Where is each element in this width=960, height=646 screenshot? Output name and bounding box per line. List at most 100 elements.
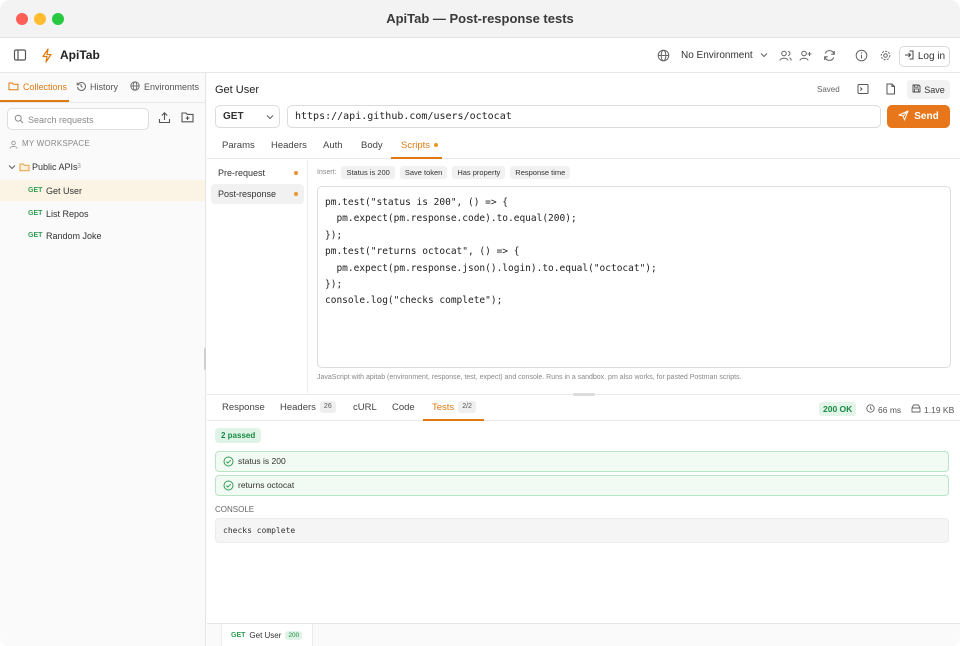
code-line: pm.test("returns octocat", () => { [325, 246, 520, 258]
url-input[interactable]: https://api.github.com/users/octocat [287, 105, 881, 128]
response-size-value: 1.19 KB [924, 404, 955, 415]
terminal-icon[interactable] [857, 83, 869, 95]
response-size: 1.19 KB [911, 404, 954, 415]
tab-request-name: Get User [249, 630, 282, 640]
globe-icon [130, 81, 140, 93]
send-button[interactable]: Send [887, 105, 950, 128]
script-editor[interactable]: pm.test("status is 200", () => { pm.expe… [317, 186, 951, 368]
code-line: }); [325, 229, 343, 241]
tab-response[interactable]: Response [222, 395, 265, 421]
code-line: console.log("checks complete"); [325, 295, 503, 307]
request-name: Random Joke [46, 230, 102, 241]
document-icon[interactable] [885, 83, 896, 95]
tab-scripts[interactable]: Scripts [401, 133, 439, 159]
tab-headers-label: Headers [280, 402, 316, 413]
status-badge: 200 OK [819, 402, 857, 416]
tab-code[interactable]: Code [392, 395, 415, 421]
script-nav: Pre-request Post-response [207, 160, 308, 393]
tab-tests-label: Tests [432, 402, 455, 413]
tab-params[interactable]: Params [222, 133, 255, 159]
tab-environments[interactable]: Environments [130, 73, 199, 101]
sidebar-resize-handle[interactable] [204, 348, 206, 370]
tab-body[interactable]: Body [361, 133, 383, 159]
environment-select[interactable]: No Environment [681, 38, 768, 73]
insert-label: Insert: [317, 168, 337, 176]
tab-environments-label: Environments [144, 82, 200, 92]
code-line: pm.expect(pm.response.json().login).to.e… [325, 262, 657, 274]
script-nav-post-response[interactable]: Post-response [211, 184, 304, 204]
request-tabs: Params Headers Auth Body Scripts [207, 133, 960, 159]
code-line: }); [325, 278, 343, 290]
tab-response-headers[interactable]: Headers 26 [280, 395, 336, 421]
info-icon[interactable] [855, 49, 868, 62]
chevron-down-icon [760, 38, 768, 73]
request-name: List Repos [46, 208, 89, 219]
search-input[interactable]: Search requests [7, 108, 149, 130]
app-header: ApiTab No Environment Log in [0, 38, 960, 73]
save-button[interactable]: Save [907, 80, 950, 99]
tab-collections[interactable]: Collections [8, 73, 67, 101]
workspace-label: MY WORKSPACE [22, 139, 90, 148]
search-placeholder: Search requests [28, 115, 94, 125]
history-icon [76, 81, 86, 93]
sync-icon[interactable] [823, 49, 836, 62]
snippet-chip[interactable]: Has property [452, 165, 506, 179]
request-item-get-user[interactable]: GET Get User [0, 180, 205, 201]
method-tag: GET [28, 187, 43, 194]
snippet-chip[interactable]: Response time [510, 165, 571, 179]
size-icon [911, 404, 921, 415]
saved-indicator: Saved [817, 85, 840, 94]
active-tab-indicator [423, 419, 484, 421]
upload-icon[interactable] [158, 111, 171, 124]
request-item-random-joke[interactable]: GET Random Joke [0, 225, 205, 246]
check-circle-icon [223, 480, 234, 493]
request-item-list-repos[interactable]: GET List Repos [0, 203, 205, 224]
snippet-chip[interactable]: Status is 200 [341, 165, 395, 179]
folder-name: Public APIs [32, 162, 78, 172]
method-tag: GET [28, 232, 43, 239]
snippet-bar: Insert: Status is 200 Save token Has pro… [317, 165, 571, 179]
response-time: 66 ms [866, 404, 901, 415]
new-folder-icon[interactable] [181, 111, 194, 123]
folder-icon [19, 162, 30, 172]
script-nav-label: Pre-request [218, 168, 266, 178]
tab-headers[interactable]: Headers [271, 133, 307, 159]
clock-icon [866, 404, 875, 415]
tab-tests[interactable]: Tests 2/2 [432, 395, 476, 421]
open-request-tab[interactable]: GET Get User 200 [221, 624, 313, 646]
tab-response-label: Response [222, 402, 265, 413]
tests-count-badge: 2/2 [458, 401, 476, 414]
tab-curl[interactable]: cURL [353, 395, 377, 421]
send-label: Send [914, 111, 939, 122]
tab-history-label: History [90, 82, 119, 92]
script-nav-label: Post-response [218, 189, 277, 199]
modified-dot [294, 171, 298, 175]
window-title: ApiTab — Post-response tests [386, 11, 574, 26]
method-select[interactable]: GET [215, 105, 280, 128]
method-value: GET [223, 111, 244, 122]
method-tag: GET [28, 210, 43, 217]
console-output: checks complete [215, 518, 949, 543]
add-user-icon[interactable] [799, 49, 812, 62]
script-nav-pre-request[interactable]: Pre-request [211, 163, 304, 183]
active-tab-indicator [391, 157, 442, 159]
request-tab-bar: GET Get User 200 [207, 623, 960, 646]
users-icon[interactable] [779, 49, 792, 62]
code-line: pm.expect(pm.response.code).to.equal(200… [325, 213, 577, 225]
chevron-down-icon [266, 114, 274, 120]
code-line: pm.test("status is 200", () => { [325, 197, 509, 208]
divider [0, 102, 206, 103]
test-result-row: status is 200 [215, 451, 949, 472]
test-name: status is 200 [238, 456, 286, 466]
snippet-chip[interactable]: Save token [399, 165, 448, 179]
login-button[interactable]: Log in [899, 46, 950, 67]
request-title: Get User [215, 84, 260, 96]
tab-code-label: Code [392, 402, 415, 413]
send-icon [898, 110, 909, 124]
gear-icon[interactable] [879, 49, 892, 62]
test-name: returns octocat [238, 480, 295, 490]
tab-curl-label: cURL [353, 402, 377, 413]
tab-history[interactable]: History [76, 73, 118, 101]
sidebar-toggle-icon[interactable] [13, 48, 27, 62]
tab-auth[interactable]: Auth [323, 133, 343, 159]
